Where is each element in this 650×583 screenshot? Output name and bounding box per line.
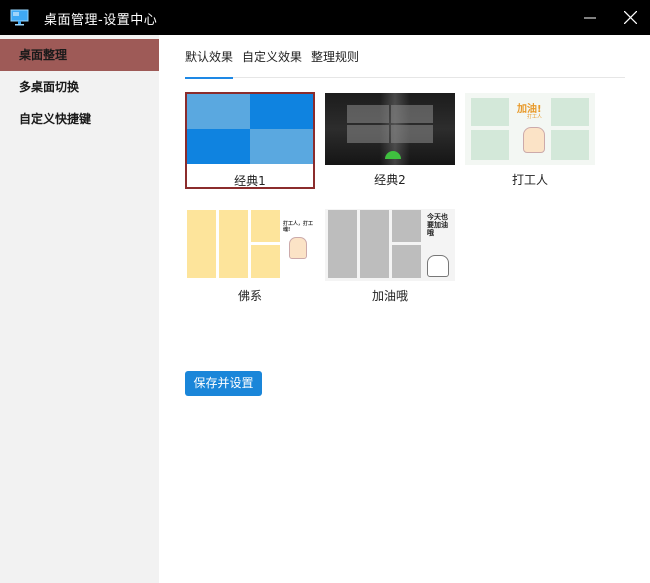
sidebar-item-multi-desktop[interactable]: 多桌面切换 (0, 71, 159, 103)
banner-text: 今天也要加油哦 (427, 213, 448, 237)
theme-thumbnail: 加油! 打工人 (465, 93, 595, 165)
tab-default-effect[interactable]: 默认效果 (185, 48, 234, 79)
tab-custom-effect[interactable]: 自定义效果 (242, 48, 302, 78)
sidebar-item-label: 桌面整理 (19, 48, 68, 62)
monitor-app-icon (10, 9, 29, 26)
window-title: 桌面管理-设置中心 (44, 13, 158, 28)
minimize-button[interactable] (570, 0, 610, 35)
save-and-apply-button[interactable]: 保存并设置 (185, 371, 262, 396)
theme-thumbnail (187, 94, 313, 164)
sidebar: 桌面整理 多桌面切换 自定义快捷键 (0, 35, 159, 583)
tab-organize-rules[interactable]: 整理规则 (311, 48, 359, 78)
theme-card-cheer[interactable]: 今天也要加油哦 加油哦 (325, 209, 455, 304)
sidebar-item-desktop-organize[interactable]: 桌面整理 (0, 39, 159, 71)
theme-card-worker[interactable]: 加油! 打工人 打工人 (465, 93, 595, 188)
title-bar: 桌面管理-设置中心 (0, 0, 650, 35)
theme-card-classic2[interactable]: 经典2 (325, 93, 455, 188)
cat-illustration (289, 237, 307, 259)
minimize-icon (584, 17, 596, 18)
theme-thumbnail (325, 93, 455, 165)
theme-label: 加油哦 (371, 289, 408, 303)
sidebar-item-label: 多桌面切换 (19, 80, 80, 94)
theme-thumbnail: 打工人，打工魂! (185, 209, 315, 281)
cat-illustration (427, 255, 449, 277)
settings-window: 桌面管理-设置中心 桌面整理 多桌面切换 自定义快捷键 默认效果 自定义效果 整… (0, 0, 650, 583)
theme-label: 佛系 (237, 289, 262, 303)
sidebar-item-shortcuts[interactable]: 自定义快捷键 (0, 103, 159, 135)
theme-card-classic1[interactable]: 经典1 (185, 92, 315, 189)
banner-text: 打工人，打工魂! (283, 221, 314, 233)
cat-illustration (523, 127, 545, 153)
banner-subtext: 打工人 (527, 114, 543, 120)
sidebar-item-label: 自定义快捷键 (19, 112, 92, 126)
theme-label: 经典2 (374, 173, 406, 187)
tab-bar: 默认效果 自定义效果 整理规则 (185, 40, 625, 79)
close-button[interactable] (610, 0, 650, 35)
close-icon (623, 11, 637, 24)
theme-label: 打工人 (511, 173, 548, 187)
theme-label: 经典1 (234, 174, 266, 188)
theme-card-buddhist[interactable]: 打工人，打工魂! 佛系 (185, 209, 315, 304)
theme-thumbnail: 今天也要加油哦 (325, 209, 455, 281)
